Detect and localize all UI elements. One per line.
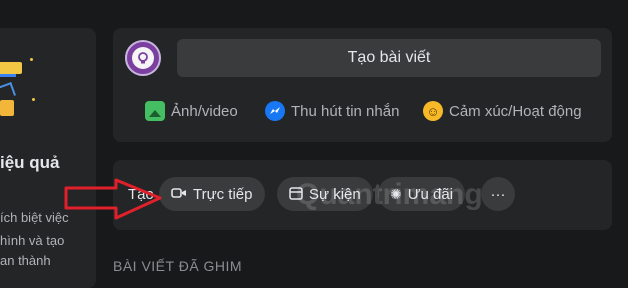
get-messages-button[interactable]: Thu hút tin nhắn xyxy=(265,94,399,128)
feeling-activity-label: Cảm xúc/Hoạt động xyxy=(449,102,582,120)
composer-actions: Ảnh/video Thu hút tin nhắn ☺ Cảm xúc/Hoạ… xyxy=(113,94,612,128)
more-options-button[interactable]: ··· xyxy=(481,177,515,211)
live-video-label: Trực tiếp xyxy=(193,185,253,203)
watermark: Quantrimang xyxy=(296,178,483,211)
illustration-arrow-icon xyxy=(0,82,16,100)
left-card-heading: iệu quả xyxy=(0,153,60,172)
page-avatar[interactable] xyxy=(125,40,161,76)
get-messages-label: Thu hút tin nhắn xyxy=(291,102,400,120)
photo-video-label: Ảnh/video xyxy=(171,102,238,120)
left-info-card: iệu quả ích biệt việc hình và tạo an thà… xyxy=(0,28,96,288)
illustration-dot xyxy=(30,58,33,61)
left-card-text: hình và tạo xyxy=(0,233,65,248)
lightbulb-icon xyxy=(132,47,154,69)
smile-icon: ☺ xyxy=(423,101,443,121)
live-video-icon xyxy=(171,186,187,202)
feeling-activity-button[interactable]: ☺ Cảm xúc/Hoạt động xyxy=(423,94,582,128)
annotation-arrow-icon xyxy=(64,178,162,220)
left-card-text: ích biệt việc xyxy=(0,210,69,225)
illustration-bar xyxy=(0,62,22,74)
photo-video-icon xyxy=(145,101,165,121)
create-post-button[interactable]: Tạo bài viết xyxy=(177,39,601,77)
photo-video-button[interactable]: Ảnh/video xyxy=(145,94,238,128)
illustration-dot xyxy=(32,98,35,101)
more-icon: ··· xyxy=(490,185,506,203)
illustration-block xyxy=(0,100,14,116)
messenger-icon xyxy=(265,101,285,121)
illustration-line xyxy=(0,74,16,77)
pinned-posts-heading: BÀI VIẾT ĐÃ GHIM xyxy=(113,258,243,274)
live-video-button[interactable]: Trực tiếp xyxy=(159,177,265,211)
post-composer-card: Tạo bài viết Ảnh/video Thu hút tin nhắn … xyxy=(113,28,612,142)
left-card-text: an thành xyxy=(0,253,51,268)
